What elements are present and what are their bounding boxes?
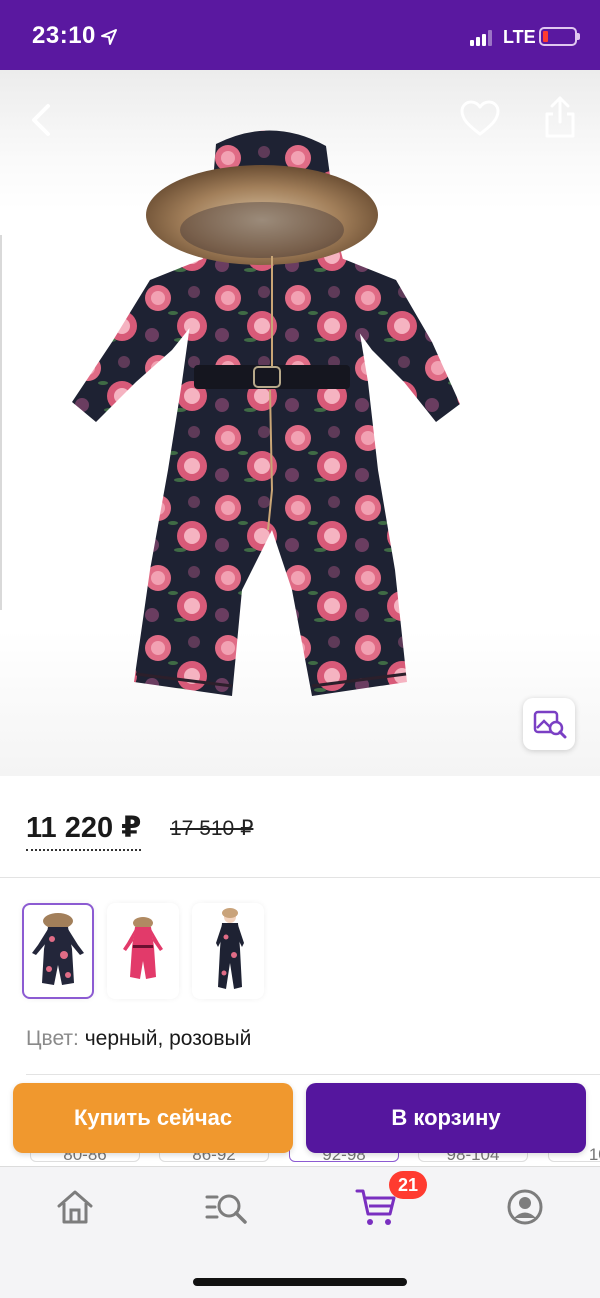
price-section: 11 220 ₽ 17 510 ₽: [0, 776, 600, 878]
heart-icon: [460, 100, 500, 136]
tab-home[interactable]: [45, 1185, 105, 1229]
thumbnail-image: [216, 908, 244, 989]
battery-icon: [539, 27, 580, 46]
color-label: Цвет:: [26, 1027, 79, 1050]
home-icon: [57, 1190, 93, 1224]
tab-bar: 21: [0, 1166, 600, 1298]
catalog-search-icon: [205, 1194, 247, 1224]
divider: [26, 1074, 600, 1075]
thumbnail-model[interactable]: [192, 903, 264, 999]
chevron-left-icon: [32, 104, 50, 136]
color-info: Цвет: черный, розовый: [26, 1027, 251, 1051]
buy-now-button[interactable]: Купить сейчас: [13, 1083, 293, 1153]
product-screen: 23:10 LTE 11 220 ₽ 17 510 ₽ Цвет: черный…: [0, 0, 600, 1298]
tab-profile[interactable]: [495, 1185, 555, 1229]
favorite-button[interactable]: [458, 98, 502, 140]
home-indicator: [193, 1278, 407, 1286]
back-button[interactable]: [22, 100, 62, 140]
network-type: LTE: [503, 27, 536, 47]
profile-icon: [507, 1189, 543, 1225]
tab-catalog[interactable]: [195, 1185, 255, 1229]
thumbnail-black[interactable]: [22, 903, 94, 999]
share-button[interactable]: [540, 94, 580, 140]
find-similar-button[interactable]: [523, 698, 575, 750]
thumbnail-image: [123, 917, 163, 979]
cart-count-badge: 21: [389, 1171, 427, 1199]
color-value: черный, розовый: [84, 1027, 252, 1050]
add-to-cart-button[interactable]: В корзину: [306, 1083, 586, 1153]
price-current[interactable]: 11 220 ₽: [26, 810, 142, 851]
signal-icon: [470, 30, 496, 46]
price-old: 17 510 ₽: [170, 817, 254, 840]
status-bar: 23:10 LTE: [0, 0, 600, 70]
location-arrow-icon: [101, 29, 117, 45]
thumbnail-pink[interactable]: [107, 903, 179, 999]
status-time: 23:10: [32, 22, 96, 49]
thumbnail-image: [32, 913, 84, 985]
product-image[interactable]: [0, 70, 600, 776]
image-search-icon: [533, 710, 567, 739]
share-icon: [545, 96, 575, 138]
product-gallery[interactable]: [0, 70, 600, 776]
